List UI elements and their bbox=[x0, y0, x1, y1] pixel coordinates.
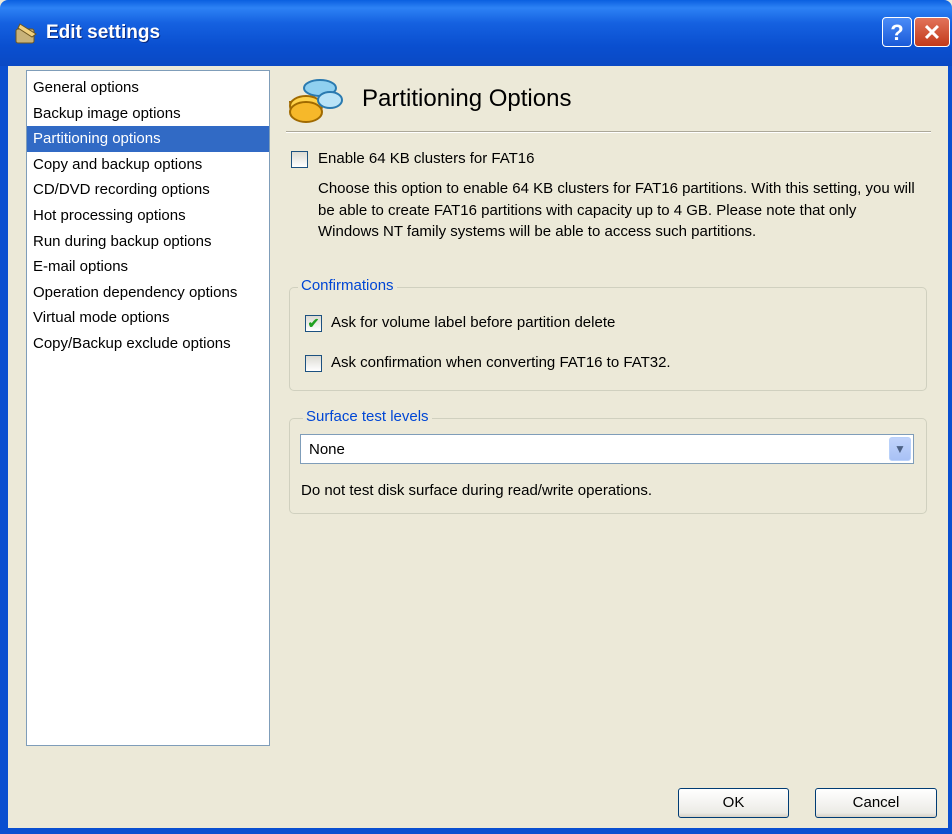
nav-item-run-during-backup[interactable]: Run during backup options bbox=[27, 229, 269, 255]
app-icon bbox=[15, 23, 37, 44]
close-button[interactable]: ✕ bbox=[914, 17, 950, 47]
convert-fat-text[interactable]: Ask confirmation when converting FAT16 t… bbox=[331, 354, 671, 371]
page-title: Partitioning Options bbox=[362, 85, 572, 112]
fat16-clusters-checkbox[interactable] bbox=[291, 151, 308, 168]
cancel-button[interactable]: Cancel bbox=[815, 788, 937, 818]
nav-item-partitioning[interactable]: Partitioning options bbox=[27, 126, 269, 152]
nav-item-backup-image[interactable]: Backup image options bbox=[27, 101, 269, 127]
help-button[interactable]: ? bbox=[882, 17, 912, 47]
nav-item-copy-backup-exclude[interactable]: Copy/Backup exclude options bbox=[27, 331, 269, 357]
nav-item-operation-dependency[interactable]: Operation dependency options bbox=[27, 280, 269, 306]
surface-test-value: None bbox=[309, 441, 345, 458]
window-title: Edit settings bbox=[46, 22, 161, 43]
confirmations-group bbox=[289, 287, 927, 391]
window-frame-right bbox=[948, 66, 952, 834]
window-frame-bottom bbox=[0, 828, 952, 834]
confirmations-title: Confirmations bbox=[298, 277, 397, 294]
surface-test-select[interactable]: None ▼ bbox=[300, 434, 914, 464]
ok-button[interactable]: OK bbox=[678, 788, 789, 818]
nav-item-copy-backup[interactable]: Copy and backup options bbox=[27, 152, 269, 178]
nav-item-email[interactable]: E-mail options bbox=[27, 254, 269, 280]
nav-item-hot-processing[interactable]: Hot processing options bbox=[27, 203, 269, 229]
volume-label-text[interactable]: Ask for volume label before partition de… bbox=[331, 314, 615, 331]
volume-label-checkbox[interactable]: ✔ bbox=[305, 315, 322, 332]
nav-item-general[interactable]: General options bbox=[27, 75, 269, 101]
surface-test-group bbox=[289, 418, 927, 514]
nav-item-cd-dvd[interactable]: CD/DVD recording options bbox=[27, 177, 269, 203]
window-frame-left bbox=[0, 66, 8, 834]
title-bar[interactable]: Edit settings ? ✕ bbox=[0, 0, 952, 66]
header-divider bbox=[286, 131, 931, 133]
surface-test-title: Surface test levels bbox=[303, 408, 432, 425]
nav-item-virtual-mode[interactable]: Virtual mode options bbox=[27, 305, 269, 331]
surface-test-description: Do not test disk surface during read/wri… bbox=[301, 482, 653, 499]
chevron-down-icon[interactable]: ▼ bbox=[889, 437, 911, 461]
convert-fat-checkbox[interactable] bbox=[305, 355, 322, 372]
partitioning-icon bbox=[288, 79, 343, 123]
options-category-list[interactable]: General options Backup image options Par… bbox=[26, 70, 270, 746]
fat16-clusters-label[interactable]: Enable 64 KB clusters for FAT16 bbox=[318, 150, 535, 167]
fat16-description: Choose this option to enable 64 KB clust… bbox=[318, 180, 915, 240]
